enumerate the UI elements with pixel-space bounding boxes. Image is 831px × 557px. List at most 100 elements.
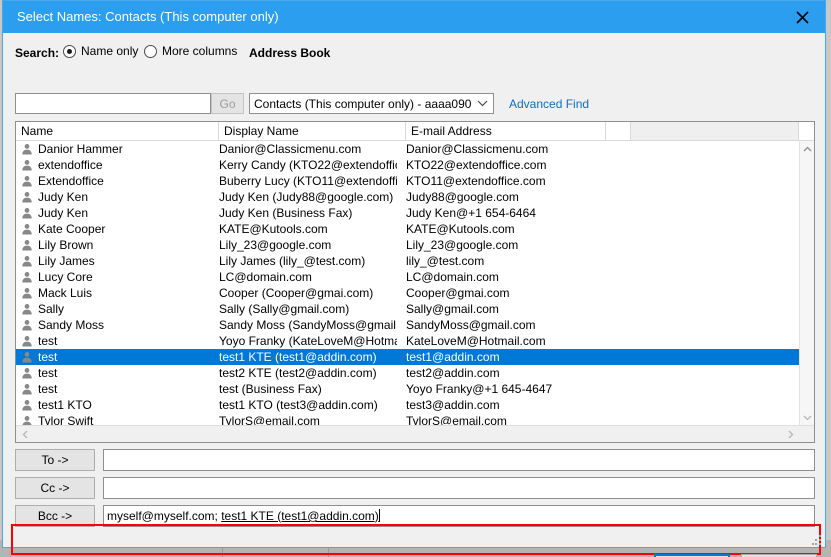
- bcc-button[interactable]: Bcc ->: [15, 505, 95, 527]
- person-icon: [21, 335, 33, 347]
- row-email-address: test3@addin.com: [406, 397, 606, 413]
- text-caret: [379, 509, 380, 522]
- list-horizontal-scrollbar[interactable]: [16, 425, 814, 442]
- row-display-name: Judy Ken (Judy88@google.com): [219, 189, 397, 205]
- table-row[interactable]: test1 KTOtest1 KTO (test3@addin.com)test…: [16, 397, 799, 413]
- row-display-name: KATE@Kutools.com: [219, 221, 397, 237]
- row-name: Sally: [38, 301, 213, 317]
- table-row[interactable]: Lucy CoreLC@domain.comLC@domain.com: [16, 269, 799, 285]
- table-row[interactable]: extendoffice Kerry Candy (KTO22@extendoff…: [16, 157, 799, 173]
- person-icon: [21, 287, 33, 299]
- scrollbar-corner: [799, 426, 814, 442]
- advanced-find-link[interactable]: Advanced Find: [509, 97, 589, 111]
- cc-field[interactable]: [103, 477, 815, 499]
- table-row[interactable]: testtest1 KTE (test1@addin.com)test1@add…: [16, 349, 799, 365]
- row-email-address: Lily_23@google.com: [406, 237, 606, 253]
- row-email-address: Danior@Classicmenu.com: [406, 141, 606, 157]
- close-icon[interactable]: [779, 1, 825, 33]
- contacts-list-header: Name Display Name E-mail Address: [16, 122, 814, 141]
- table-row[interactable]: Tylor SwiftTylorS@email.comTylorS@email.…: [16, 413, 799, 425]
- row-name: Kate Cooper: [38, 221, 213, 237]
- table-row[interactable]: Judy KenJudy Ken (Business Fax)Judy Ken@…: [16, 205, 799, 221]
- scroll-down-icon[interactable]: [800, 410, 814, 425]
- table-row[interactable]: testYoyo Franky (KateLoveM@Hotmail.c...K…: [16, 333, 799, 349]
- row-name: test: [38, 365, 213, 381]
- person-icon: [21, 143, 33, 155]
- row-display-name: Danior@Classicmenu.com: [219, 141, 397, 157]
- cc-button[interactable]: Cc ->: [15, 477, 95, 499]
- row-email-address: LC@domain.com: [406, 269, 606, 285]
- person-icon: [21, 175, 33, 187]
- search-input[interactable]: [15, 93, 211, 114]
- radio-name-only[interactable]: Name only: [63, 44, 138, 58]
- row-name: Sandy Moss: [38, 317, 213, 333]
- contacts-list: Name Display Name E-mail Address Danior …: [15, 121, 815, 443]
- table-row[interactable]: testtest2 KTE (test2@addin.com)test2@add…: [16, 365, 799, 381]
- table-row[interactable]: Judy Ken Judy Ken (Judy88@google.com) Judy…: [16, 189, 799, 205]
- dialog-titlebar: Select Names: Contacts (This computer on…: [3, 1, 825, 33]
- address-book-label: Address Book: [249, 46, 330, 60]
- table-row[interactable]: Lily James Lily James (lily_@test.com) lil…: [16, 253, 799, 269]
- person-icon: [21, 223, 33, 235]
- row-name: Judy Ken: [38, 189, 213, 205]
- row-display-name: Sandy Moss (SandyMoss@gmail.com): [219, 317, 397, 333]
- row-email-address: KateLoveM@Hotmail.com: [406, 333, 606, 349]
- row-display-name: Lily James (lily_@test.com): [219, 253, 397, 269]
- row-email-address: SandyMoss@gmail.com: [406, 317, 606, 333]
- scroll-up-icon[interactable]: [800, 141, 814, 156]
- bcc-value-plain: myself@myself.com;: [107, 509, 221, 523]
- row-display-name: Kerry Candy (KTO22@extendoffice.c...: [219, 157, 397, 173]
- person-icon: [21, 271, 33, 283]
- go-button[interactable]: Go: [211, 93, 244, 114]
- row-display-name: Yoyo Franky (KateLoveM@Hotmail.c...: [219, 333, 397, 349]
- table-row[interactable]: Kate CooperKATE@Kutools.comKATE@Kutools.…: [16, 221, 799, 237]
- column-header-name[interactable]: Name: [16, 122, 219, 140]
- table-row[interactable]: Sandy Moss Sandy Moss (SandyMoss@gmail.co…: [16, 317, 799, 333]
- table-row[interactable]: Danior HammerDanior@Classicmenu.comDanio…: [16, 141, 799, 157]
- row-name: Lily Brown: [38, 237, 213, 253]
- row-display-name: test1 KTO (test3@addin.com): [219, 397, 397, 413]
- table-row[interactable]: Lily BrownLily_23@google.comLily_23@goog…: [16, 237, 799, 253]
- row-name: Judy Ken: [38, 205, 213, 221]
- contacts-rows-area: Danior HammerDanior@Classicmenu.comDanio…: [16, 141, 799, 425]
- resize-grip-icon[interactable]: [812, 535, 822, 545]
- list-vertical-scrollbar[interactable]: [799, 141, 814, 425]
- search-label: Search:: [15, 46, 59, 60]
- column-header-email-address[interactable]: E-mail Address: [406, 122, 606, 140]
- table-row[interactable]: testtest (Business Fax)Yoyo Franky@+1 64…: [16, 381, 799, 397]
- radio-more-columns[interactable]: More columns: [144, 44, 237, 58]
- bcc-field[interactable]: myself@myself.com; test1 KTE (test1@addi…: [103, 505, 815, 527]
- row-email-address: KTO11@extendoffice.com: [406, 173, 606, 189]
- row-display-name: Cooper (Cooper@gmai.com): [219, 285, 397, 301]
- chevron-down-icon: [472, 100, 493, 107]
- row-display-name: TylorS@email.com: [219, 413, 397, 425]
- person-icon: [21, 255, 33, 267]
- table-row[interactable]: SallySally (Sally@gmail.com)Sally@gmail.…: [16, 301, 799, 317]
- row-display-name: LC@domain.com: [219, 269, 397, 285]
- row-email-address: Judy88@google.com: [406, 189, 606, 205]
- column-header-blank[interactable]: [606, 122, 631, 140]
- radio-more-columns-indicator: [144, 45, 157, 58]
- to-field[interactable]: [103, 449, 815, 471]
- to-button[interactable]: To ->: [15, 449, 95, 471]
- column-header-display-name[interactable]: Display Name: [219, 122, 406, 140]
- column-header-filler: [631, 122, 799, 140]
- row-name: extendoffice: [38, 157, 213, 173]
- screenshot-root: 11/27/2019 Select Names: Contacts (This …: [0, 0, 831, 557]
- radio-name-only-indicator: [63, 45, 76, 58]
- table-row[interactable]: ExtendofficeBuberry Lucy (KTO11@extendof…: [16, 173, 799, 189]
- address-book-select[interactable]: Contacts (This computer only) - aaaa0909…: [249, 93, 494, 114]
- scroll-right-icon[interactable]: [782, 426, 799, 442]
- row-name: test: [38, 381, 213, 397]
- person-icon: [21, 207, 33, 219]
- scroll-left-icon[interactable]: [16, 426, 33, 442]
- row-name: test: [38, 349, 213, 365]
- person-icon: [21, 239, 33, 251]
- person-icon: [21, 383, 33, 395]
- row-name: Lily James: [38, 253, 213, 269]
- table-row[interactable]: Mack LuisCooper (Cooper@gmai.com)Cooper@…: [16, 285, 799, 301]
- bcc-value-resolved: test1 KTE (test1@addin.com): [221, 509, 379, 523]
- row-email-address: lily_@test.com: [406, 253, 606, 269]
- person-icon: [21, 319, 33, 331]
- row-email-address: TylorS@email.com: [406, 413, 606, 425]
